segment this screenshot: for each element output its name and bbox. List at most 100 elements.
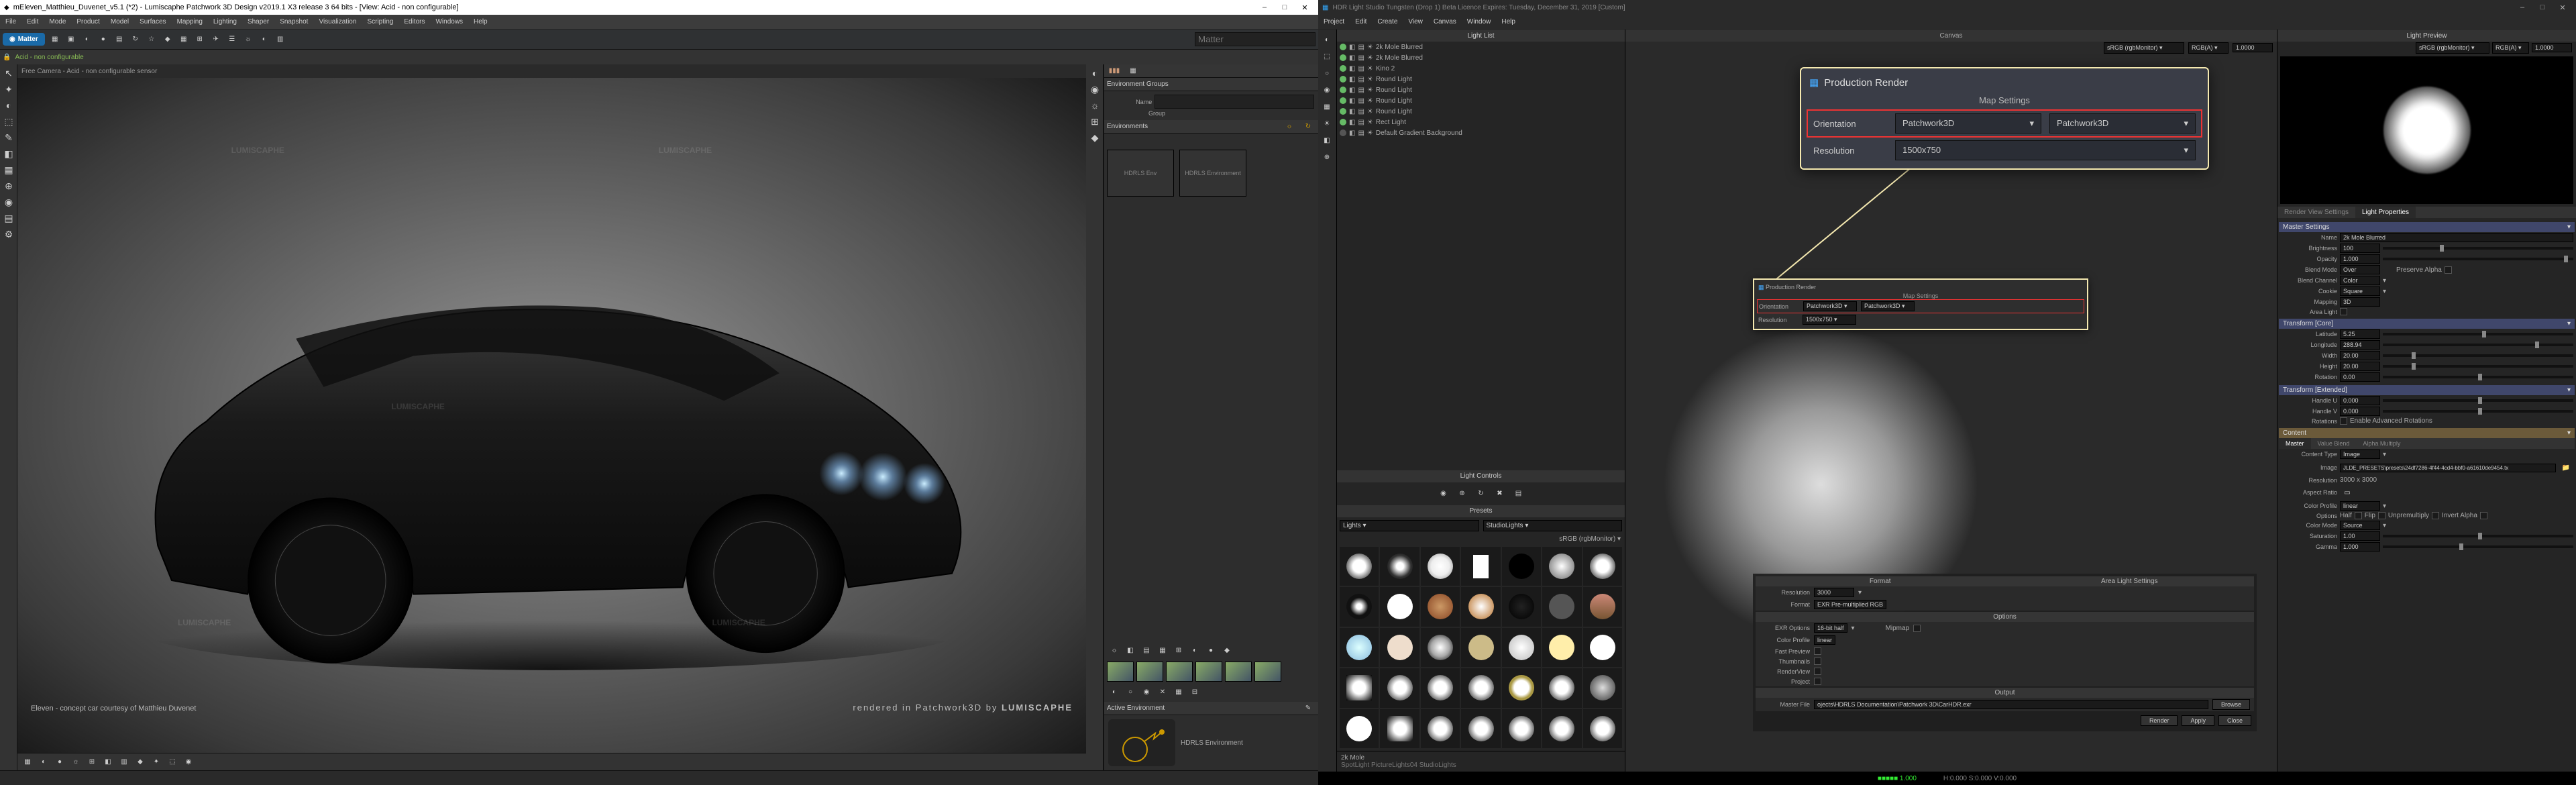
light-row[interactable]: ◧▤☀Rect Light xyxy=(1337,117,1625,127)
preview-value[interactable]: 1.0000 xyxy=(2532,43,2572,52)
toolbar-icon[interactable]: ▣ xyxy=(64,32,78,47)
minimize-button[interactable]: – xyxy=(2513,1,2532,13)
toolbar-icon[interactable]: ● xyxy=(96,32,111,47)
tool-icon[interactable]: ◉ xyxy=(1320,83,1334,97)
menu-edit[interactable]: Edit xyxy=(1355,18,1366,25)
preset-thumb[interactable] xyxy=(1380,668,1419,707)
preset-thumb[interactable] xyxy=(1340,547,1379,586)
panel-tool-icon[interactable]: ◉ xyxy=(1139,684,1154,699)
orientation-select-1[interactable]: Patchwork3D ▾ xyxy=(1803,301,1857,311)
tool-icon[interactable]: ▦ xyxy=(1,162,16,177)
exr-select[interactable]: 16-bit half xyxy=(1814,623,1847,633)
bottom-tool-icon[interactable]: ● xyxy=(52,755,67,770)
flip-checkbox[interactable] xyxy=(2378,512,2385,519)
image-path-input[interactable] xyxy=(2340,464,2556,472)
preset-thumb[interactable] xyxy=(1461,668,1500,707)
tool-icon[interactable]: ☼ xyxy=(1087,98,1102,113)
tool-icon[interactable]: ◧ xyxy=(1,146,16,161)
inverta-checkbox[interactable] xyxy=(2480,512,2487,519)
canvas-value[interactable]: 1.0000 xyxy=(2233,43,2273,52)
tool-icon[interactable]: ↖ xyxy=(1,66,16,81)
bottom-tool-icon[interactable]: ◧ xyxy=(101,755,115,770)
presets-cat1-select[interactable]: Lights ▾ xyxy=(1340,520,1479,531)
menu-lighting[interactable]: Lighting xyxy=(213,18,237,25)
light-row[interactable]: ◧▤☀2k Mole Blurred xyxy=(1337,52,1625,63)
panel-tool-icon[interactable]: ⊟ xyxy=(1187,684,1202,699)
panel-tool-icon[interactable]: ◐ xyxy=(1107,684,1122,699)
handle-v-slider[interactable] xyxy=(2383,410,2573,413)
fastpreview-checkbox[interactable] xyxy=(1814,647,1821,655)
preset-thumb[interactable] xyxy=(1583,587,1622,626)
preset-thumb[interactable] xyxy=(1380,587,1419,626)
apply-button[interactable]: Apply xyxy=(2182,715,2214,726)
tool-icon[interactable]: ✎ xyxy=(1,130,16,145)
colormode-select[interactable]: Source xyxy=(2340,521,2380,530)
preset-thumb[interactable] xyxy=(1583,547,1622,586)
tool-icon[interactable]: ⊕ xyxy=(1320,150,1334,164)
close-button[interactable]: ✕ xyxy=(2553,1,2572,13)
opacity-slider[interactable] xyxy=(2383,258,2573,260)
preset-thumb[interactable] xyxy=(1502,628,1541,667)
light-row[interactable]: ◧▤☀Round Light xyxy=(1337,106,1625,117)
panel-tool-icon[interactable]: ⊞ xyxy=(1171,643,1186,658)
rotation-input[interactable] xyxy=(2340,372,2380,382)
tool-icon[interactable]: ✦ xyxy=(1,82,16,97)
control-icon[interactable]: ◉ xyxy=(1436,486,1451,501)
orientation-select-2[interactable]: Patchwork3D▾ xyxy=(2049,113,2196,134)
close-button[interactable]: Close xyxy=(2218,715,2251,726)
menu-create[interactable]: Create xyxy=(1377,18,1397,25)
longitude-slider[interactable] xyxy=(2383,344,2573,346)
menu-help[interactable]: Help xyxy=(1501,18,1515,25)
menu-snapshot[interactable]: Snapshot xyxy=(280,18,308,25)
bottom-tool-icon[interactable]: ⊞ xyxy=(85,755,99,770)
menu-file[interactable]: File xyxy=(5,18,16,25)
res-input[interactable] xyxy=(1814,588,1854,597)
tool-icon[interactable]: ◧ xyxy=(1320,133,1334,148)
menu-surfaces[interactable]: Surfaces xyxy=(140,18,166,25)
latitude-slider[interactable] xyxy=(2383,333,2573,335)
orientation-select-1[interactable]: Patchwork3D▾ xyxy=(1895,113,2041,134)
menu-mapping[interactable]: Mapping xyxy=(177,18,203,25)
preset-thumb[interactable] xyxy=(1421,668,1460,707)
folder-icon[interactable]: 📁 xyxy=(2559,460,2573,475)
menu-product[interactable]: Product xyxy=(76,18,99,25)
menu-windows[interactable]: Windows xyxy=(435,18,463,25)
blendmode-select[interactable]: Over xyxy=(2340,265,2380,274)
toolbar-icon[interactable]: ✈ xyxy=(209,32,223,47)
preset-thumb[interactable] xyxy=(1542,628,1581,667)
toolbar-icon[interactable]: ▥ xyxy=(273,32,288,47)
hot-thumb[interactable] xyxy=(1225,662,1252,682)
ar-icon[interactable]: ▭ xyxy=(2340,485,2355,500)
panel-tool-icon[interactable]: ○ xyxy=(1123,684,1138,699)
tool-icon[interactable]: ◆ xyxy=(1087,130,1102,145)
maximize-button[interactable]: □ xyxy=(1275,1,1294,13)
width-input[interactable] xyxy=(2340,351,2380,360)
preserve-alpha-checkbox[interactable] xyxy=(2445,266,2452,274)
light-row[interactable]: ◧▤☀2k Mole Blurred xyxy=(1337,42,1625,52)
tool-icon[interactable]: ⊕ xyxy=(1,178,16,193)
bottom-tool-icon[interactable]: ⬚ xyxy=(165,755,180,770)
handle-u-slider[interactable] xyxy=(2383,399,2573,402)
tool-icon[interactable]: ◐ xyxy=(1320,32,1334,47)
preset-thumb[interactable] xyxy=(1340,628,1379,667)
menu-edit[interactable]: Edit xyxy=(27,18,38,25)
toolbar-icon[interactable]: ▦ xyxy=(48,32,62,47)
tab-alpha-multiply[interactable]: Alpha Multiply xyxy=(2356,438,2407,449)
blendchannel-select[interactable]: Color xyxy=(2340,276,2380,285)
tab-light-properties[interactable]: Light Properties xyxy=(2355,207,2416,218)
menu-shaper[interactable]: Shaper xyxy=(248,18,269,25)
adv-rot-checkbox[interactable] xyxy=(2340,417,2347,425)
gamma-input[interactable] xyxy=(2340,542,2380,552)
tool-icon[interactable]: ⊞ xyxy=(1087,114,1102,129)
tab-rvs[interactable]: Render View Settings xyxy=(2277,207,2355,218)
tool-icon[interactable]: ▦ xyxy=(1320,99,1334,114)
toolbar-icon[interactable]: ☆ xyxy=(144,32,159,47)
contenttype-select[interactable]: Image xyxy=(2340,450,2380,459)
toolbar-icon[interactable]: ↻ xyxy=(128,32,143,47)
preset-thumb[interactable] xyxy=(1421,587,1460,626)
env-name-input[interactable] xyxy=(1155,95,1314,109)
presets-colorspace[interactable]: sRGB (rgbMonitor) xyxy=(1559,535,1615,543)
toolbar-icon[interactable]: ▦ xyxy=(176,32,191,47)
menu-model[interactable]: Model xyxy=(111,18,129,25)
maximize-button[interactable]: □ xyxy=(2533,1,2552,13)
